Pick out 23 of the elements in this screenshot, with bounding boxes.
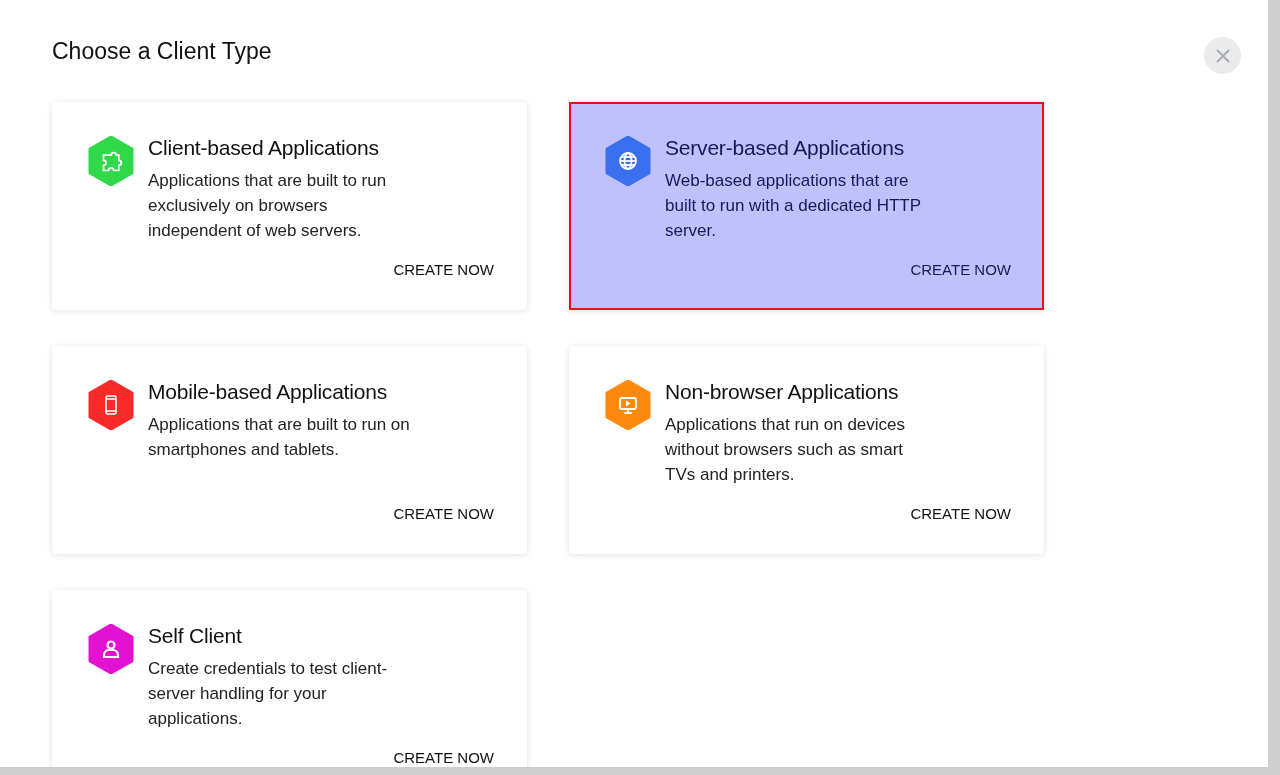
card-title: Client-based Applications (148, 136, 380, 160)
close-button[interactable] (1204, 37, 1241, 74)
client-type-card[interactable]: Non-browser Applications Applications that run on devices without browsers such as smart TVs and printers. CREATE NOW (569, 346, 1044, 554)
card-description: Applications that run on devices without browsers such as smart TVs and printers. (665, 414, 907, 486)
card-title: Mobile-based Applications (148, 380, 388, 404)
card-description: Create credentials to test client-server handling for your applications. (148, 658, 389, 730)
card-description: Applications that are built to run exclusively on browsers independent of web servers. (148, 170, 388, 242)
card-title: Non-browser Applications (665, 380, 900, 404)
card-description: Web-based applications that are built to run with a dedicated HTTP server. (665, 170, 922, 242)
create-now-link[interactable]: CREATE NOW (393, 261, 494, 278)
create-now-link[interactable]: CREATE NOW (393, 505, 494, 522)
client-type-card[interactable]: Client-based Applications Applications that are built to run exclusively on browsers independent of web servers. CREATE NOW (52, 102, 527, 310)
card-title: Self Client (148, 624, 243, 648)
client-type-card[interactable]: Server-based Applications Web-based applications that are built to run with a dedicated HTTP server. CREATE NOW (569, 102, 1044, 310)
card-title: Server-based Applications (665, 136, 905, 160)
close-icon (1215, 48, 1230, 63)
create-now-link[interactable]: CREATE NOW (910, 261, 1011, 278)
client-type-card[interactable]: Mobile-based Applications Applications that are built to run on smartphones and tablets. CREATE NOW (52, 346, 527, 554)
client-type-card[interactable]: Self Client Create credentials to test client-server handling for your applications. CREATE NOW (52, 590, 527, 767)
create-now-link[interactable]: CREATE NOW (393, 749, 494, 766)
dialog-title: Choose a Client Type (52, 37, 272, 66)
card-description: Applications that are built to run on smartphones and tablets. (148, 414, 411, 461)
create-now-link[interactable]: CREATE NOW (910, 505, 1011, 522)
